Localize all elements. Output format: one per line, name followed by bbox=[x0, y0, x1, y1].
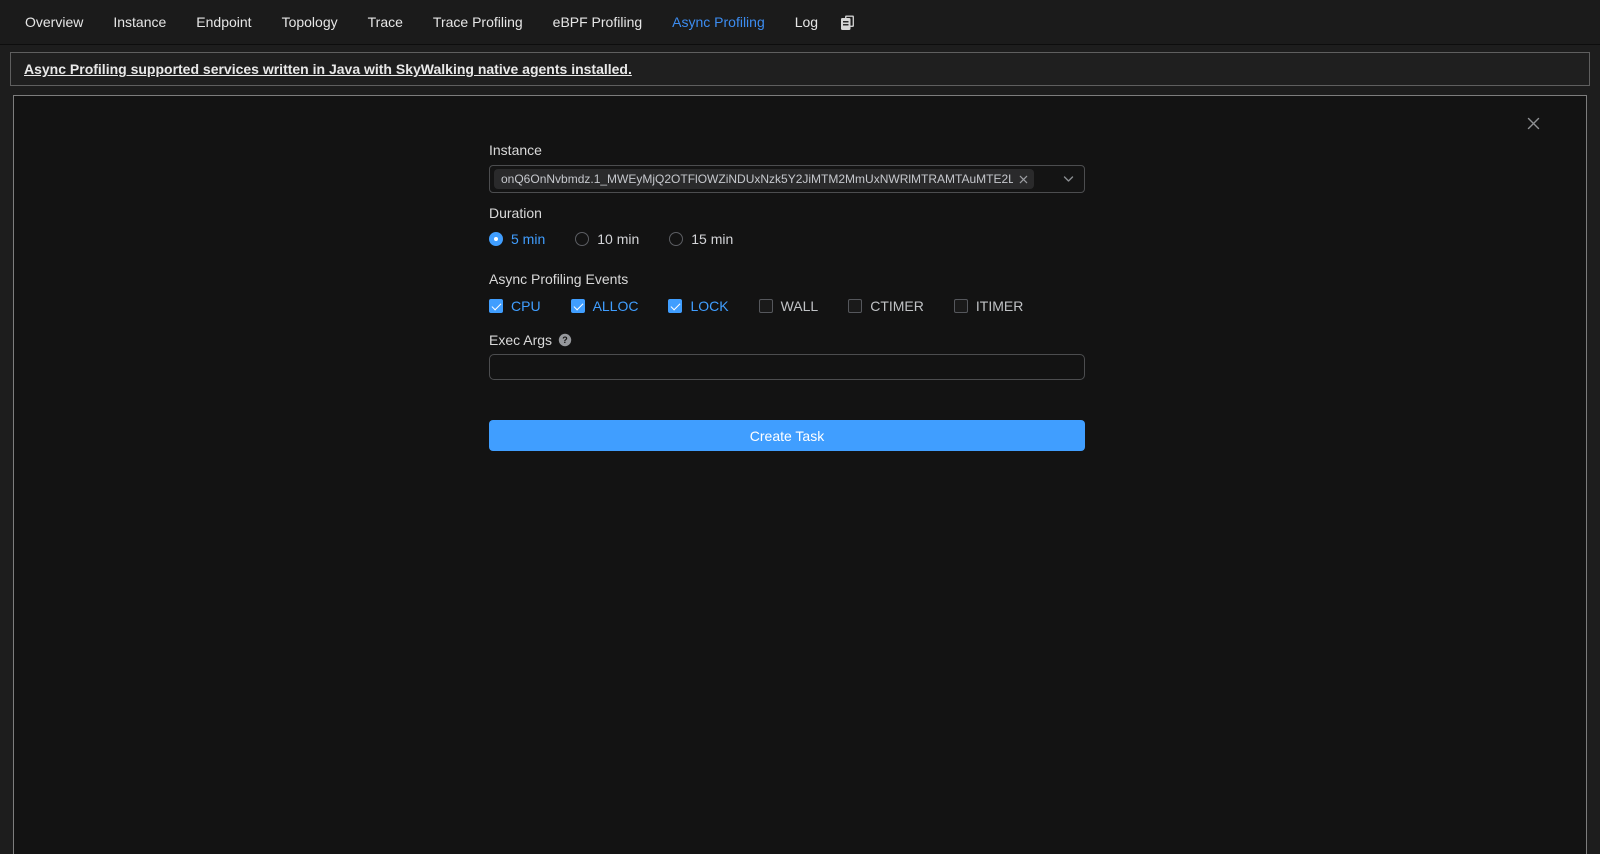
tab-overview[interactable]: Overview bbox=[10, 14, 98, 30]
radio-circle-icon bbox=[489, 232, 503, 246]
instance-label: Instance bbox=[489, 142, 1085, 158]
events-label: Async Profiling Events bbox=[489, 271, 1085, 287]
instance-select[interactable]: onQ6OnNvbmdz.1_MWEyMjQ2OTFlOWZiNDUxNzk5Y… bbox=[489, 165, 1085, 193]
checkbox-icon bbox=[848, 299, 862, 313]
checkbox-icon bbox=[668, 299, 682, 313]
info-banner-link[interactable]: Async Profiling supported services writt… bbox=[24, 61, 632, 77]
tab-topology[interactable]: Topology bbox=[267, 14, 353, 30]
create-task-panel: Instance onQ6OnNvbmdz.1_MWEyMjQ2OTFlOWZi… bbox=[13, 95, 1587, 854]
tab-trace-profiling[interactable]: Trace Profiling bbox=[418, 14, 538, 30]
checkbox-icon bbox=[954, 299, 968, 313]
radio-10min[interactable]: 10 min bbox=[575, 231, 639, 247]
instance-selected-tag: onQ6OnNvbmdz.1_MWEyMjQ2OTFlOWZiNDUxNzk5Y… bbox=[494, 169, 1034, 189]
top-tab-bar: Overview Instance Endpoint Topology Trac… bbox=[0, 0, 1600, 45]
checkbox-itimer[interactable]: ITIMER bbox=[954, 298, 1023, 314]
radio-5min[interactable]: 5 min bbox=[489, 231, 545, 247]
checkbox-wall[interactable]: WALL bbox=[759, 298, 819, 314]
duration-label: Duration bbox=[489, 205, 1085, 221]
create-task-form: Instance onQ6OnNvbmdz.1_MWEyMjQ2OTFlOWZi… bbox=[489, 96, 1085, 451]
radio-circle-icon bbox=[575, 232, 589, 246]
exec-args-label: Exec Args ? bbox=[489, 332, 1085, 348]
tab-ebpf-profiling[interactable]: eBPF Profiling bbox=[538, 14, 657, 30]
tab-log[interactable]: Log bbox=[780, 14, 833, 30]
checkbox-lock[interactable]: LOCK bbox=[668, 298, 728, 314]
tab-trace[interactable]: Trace bbox=[353, 14, 418, 30]
events-checkbox-group: CPU ALLOC LOCK WALL CTIMER ITIMER bbox=[489, 296, 1085, 316]
instance-tag-text: onQ6OnNvbmdz.1_MWEyMjQ2OTFlOWZiNDUxNzk5Y… bbox=[501, 172, 1013, 186]
event-list-icon[interactable] bbox=[839, 14, 856, 31]
exec-args-input[interactable] bbox=[489, 354, 1085, 380]
tab-async-profiling[interactable]: Async Profiling bbox=[657, 14, 780, 30]
radio-circle-icon bbox=[669, 232, 683, 246]
create-task-button[interactable]: Create Task bbox=[489, 420, 1085, 451]
tag-close-icon[interactable] bbox=[1018, 174, 1029, 185]
chevron-down-icon bbox=[1062, 173, 1075, 186]
checkbox-alloc[interactable]: ALLOC bbox=[571, 298, 639, 314]
close-icon[interactable] bbox=[1524, 114, 1542, 132]
checkbox-icon bbox=[489, 299, 503, 313]
checkbox-icon bbox=[571, 299, 585, 313]
checkbox-icon bbox=[759, 299, 773, 313]
radio-15min[interactable]: 15 min bbox=[669, 231, 733, 247]
checkbox-ctimer[interactable]: CTIMER bbox=[848, 298, 924, 314]
question-circle-icon[interactable]: ? bbox=[558, 333, 572, 347]
info-banner: Async Profiling supported services writt… bbox=[10, 52, 1590, 86]
duration-radio-group: 5 min 10 min 15 min bbox=[489, 229, 1085, 249]
svg-text:?: ? bbox=[562, 335, 568, 345]
tab-endpoint[interactable]: Endpoint bbox=[181, 14, 266, 30]
tab-instance[interactable]: Instance bbox=[98, 14, 181, 30]
checkbox-cpu[interactable]: CPU bbox=[489, 298, 541, 314]
